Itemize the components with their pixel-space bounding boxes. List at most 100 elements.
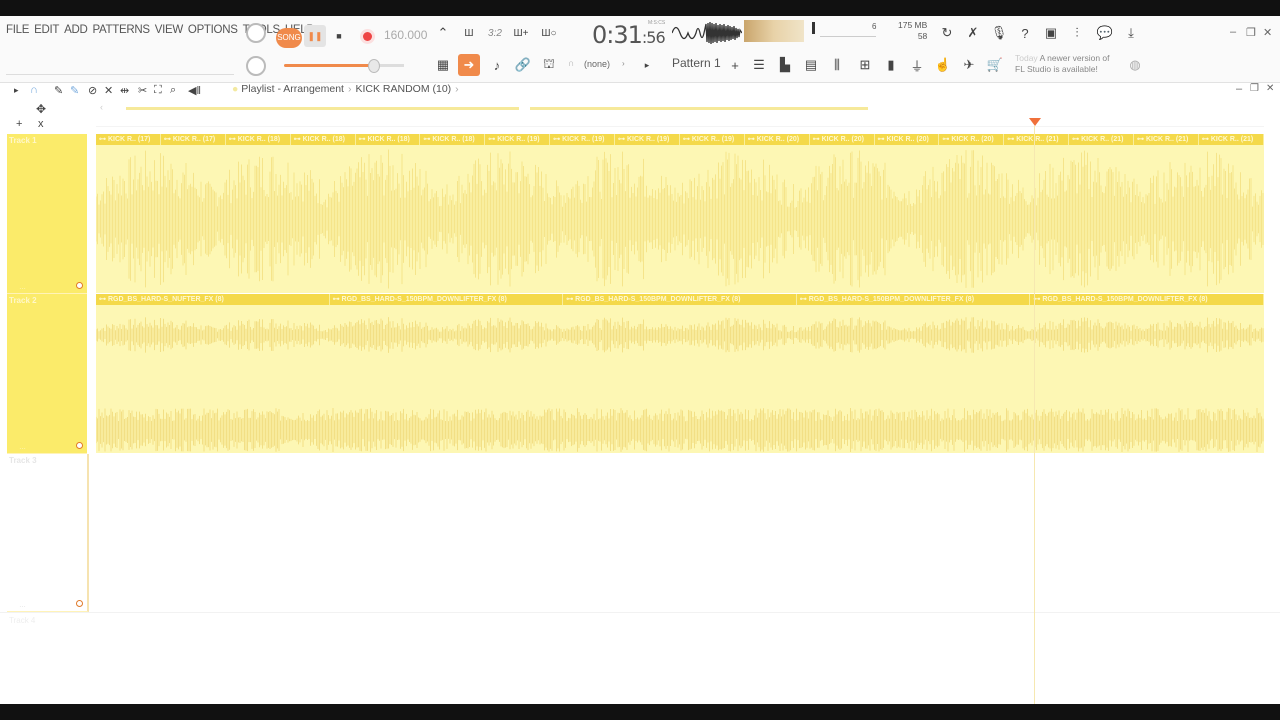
- playlist-close-icon[interactable]: ✕: [1266, 83, 1274, 94]
- restore-button[interactable]: ❐: [1246, 26, 1256, 39]
- news-panel[interactable]: Today A newer version of FL Studio is av…: [1015, 53, 1110, 75]
- zoom-handle-icon[interactable]: ✥: [36, 102, 46, 116]
- add-track-icon[interactable]: +: [16, 118, 22, 130]
- clip-label[interactable]: ⊶ KICK R.. (20): [939, 134, 1005, 145]
- clip-label[interactable]: ⊶ KICK R.. (18): [355, 134, 421, 145]
- track-record-icon[interactable]: [76, 282, 83, 289]
- clip-label[interactable]: ⊶ KICK R.. (20): [874, 134, 940, 145]
- loop-record-button[interactable]: Ш○: [538, 22, 560, 44]
- view-channel-rack-button[interactable]: ▤: [800, 54, 822, 76]
- timeline-ruler[interactable]: ‹: [96, 100, 1264, 132]
- clip-label[interactable]: ⊶ KICK R.. (21): [1198, 134, 1264, 145]
- clip-label[interactable]: ⊶ RGD_BS_HARD-S_150BPM_DOWNLIFTER_FX (8): [329, 294, 564, 305]
- download-button[interactable]: ⤓: [1120, 22, 1142, 44]
- view-browser-button[interactable]: ⊞: [854, 54, 876, 76]
- pencil-icon[interactable]: ✎: [54, 84, 63, 97]
- playhead-marker[interactable]: [1029, 118, 1041, 126]
- macros-button[interactable]: ✈: [958, 54, 980, 76]
- clip-label[interactable]: ⊶ KICK R.. (18): [290, 134, 356, 145]
- magnet-icon[interactable]: ∩: [30, 84, 38, 96]
- slide-tool-button[interactable]: ♪: [486, 54, 508, 76]
- menu-file[interactable]: FILE: [6, 24, 29, 36]
- menu-view[interactable]: VIEW: [155, 24, 184, 36]
- playlist-button[interactable]: ▦: [432, 54, 454, 76]
- tempo-display[interactable]: 160.000: [384, 28, 427, 42]
- wait-input-button[interactable]: Ш: [458, 22, 480, 44]
- clip-label[interactable]: ⊶ KICK R.. (20): [744, 134, 810, 145]
- countdown-button[interactable]: 3:2: [484, 22, 506, 44]
- playback-icon[interactable]: ◀ǁ: [188, 84, 201, 97]
- menu-add[interactable]: ADD: [64, 24, 88, 36]
- clip-label[interactable]: ⊶ KICK R.. (21): [1069, 134, 1134, 145]
- clip-label[interactable]: ⊶ RGD_BS_HARD-S_150BPM_DOWNLIFTER_FX (8): [1030, 294, 1264, 305]
- menu-options[interactable]: OPTIONS: [188, 24, 238, 36]
- close-x-icon[interactable]: x: [38, 118, 44, 130]
- record-button[interactable]: [356, 25, 378, 47]
- slip-icon[interactable]: ⇹: [120, 84, 129, 97]
- store-button[interactable]: 🛒: [984, 54, 1006, 76]
- none-selector[interactable]: (none): [584, 59, 610, 69]
- view-mixer-button[interactable]: ⫼: [826, 54, 848, 76]
- pause-button[interactable]: ❚❚: [304, 25, 326, 47]
- breadcrumb-root[interactable]: Playlist - Arrangement: [241, 83, 344, 95]
- menu-patterns[interactable]: PATTERNS: [92, 24, 150, 36]
- song-mode-button[interactable]: SONG: [276, 28, 302, 48]
- zoom-icon[interactable]: ⌕: [170, 84, 176, 97]
- track-record-icon[interactable]: [76, 442, 83, 449]
- track-lane-2[interactable]: ⊶ RGD_BS_HARD-S_NUFTER_FX (8) ⊶ RGD_BS_HA…: [96, 294, 1264, 453]
- clip-label[interactable]: ⊶ KICK R.. (19): [485, 134, 551, 145]
- close-button[interactable]: ✕: [1263, 26, 1272, 39]
- add-pattern-button[interactable]: +: [724, 54, 746, 76]
- clip-label[interactable]: ⊶ KICK R.. (19): [615, 134, 680, 145]
- clip-label[interactable]: ⊶ RGD_BS_HARD-S_NUFTER_FX (8): [96, 294, 330, 305]
- breadcrumb-current[interactable]: KICK RANDOM (10): [355, 83, 451, 95]
- scroll-left-icon[interactable]: ‹: [100, 102, 103, 112]
- mute-icon[interactable]: ✕: [104, 84, 113, 97]
- help-button[interactable]: ?: [1014, 22, 1036, 44]
- online-button[interactable]: ◍: [1124, 54, 1146, 76]
- minimize-button[interactable]: –: [1230, 26, 1236, 38]
- playlist-menu-arrow-icon[interactable]: ▸: [14, 85, 19, 96]
- track-record-icon[interactable]: [76, 600, 83, 607]
- undo-history-button[interactable]: ↻: [936, 22, 958, 44]
- clip-label[interactable]: ⊶ KICK R.. (18): [225, 134, 291, 145]
- chat-button[interactable]: 💬: [1094, 22, 1116, 44]
- master-pitch-knob[interactable]: [246, 56, 266, 76]
- plugin-database-button[interactable]: ▮: [880, 54, 902, 76]
- clip-label[interactable]: ⊶ KICK R.. (19): [679, 134, 745, 145]
- snap-arrow-button[interactable]: ➜: [458, 54, 480, 76]
- pattern-prev-button[interactable]: ▸: [636, 54, 658, 76]
- track-header-1[interactable]: Track 1 …: [7, 134, 87, 294]
- stop-button[interactable]: ■: [328, 25, 350, 47]
- delete-icon[interactable]: ⊘: [88, 84, 97, 97]
- clip-label[interactable]: ⊶ KICK R.. (21): [1134, 134, 1199, 145]
- metronome-button[interactable]: ⌃: [432, 22, 454, 44]
- master-volume-knob[interactable]: [246, 23, 266, 43]
- main-volume-slider[interactable]: [368, 59, 380, 73]
- playlist-minimize-icon[interactable]: –: [1236, 83, 1242, 95]
- select-icon[interactable]: ⛶: [154, 84, 162, 97]
- pattern-selector[interactable]: Pattern 1: [672, 56, 721, 70]
- track-4-label[interactable]: Track 4: [9, 616, 35, 625]
- clip-label[interactable]: ⊶ KICK R.. (21): [1004, 134, 1070, 145]
- audio-input-button[interactable]: 🎙: [988, 22, 1010, 44]
- paint-icon[interactable]: ✎: [70, 84, 79, 97]
- plugin-picker-button[interactable]: ⏚: [906, 54, 928, 76]
- track-header-2[interactable]: Track 2 …: [7, 294, 87, 454]
- clip-label[interactable]: ⊶ KICK R.. (17): [160, 134, 226, 145]
- clip-label[interactable]: ⊶ RGD_BS_HARD-S_150BPM_DOWNLIFTER_FX (8): [796, 294, 1031, 305]
- mixer-button[interactable]: ⫶: [1066, 22, 1088, 44]
- track-lane-1[interactable]: ⊶ KICK R.. (17) ⊶ KICK R.. (17) ⊶ KICK R..…: [96, 134, 1264, 293]
- menu-edit[interactable]: EDIT: [34, 24, 59, 36]
- save-button[interactable]: ▣: [1040, 22, 1062, 44]
- clip-label[interactable]: ⊶ KICK R.. (17): [96, 134, 161, 145]
- touch-controller-button[interactable]: ☝: [932, 54, 954, 76]
- track-header-3[interactable]: Track 3 …: [7, 454, 89, 612]
- stamp-button[interactable]: ⛫: [538, 54, 560, 76]
- clip-label[interactable]: ⊶ KICK R.. (20): [809, 134, 875, 145]
- clip-label[interactable]: ⊶ KICK R.. (19): [550, 134, 615, 145]
- clip-label[interactable]: ⊶ KICK R.. (18): [420, 134, 486, 145]
- slice-icon[interactable]: ✂: [138, 84, 147, 97]
- step-edit-button[interactable]: Ш+: [510, 22, 532, 44]
- render-button[interactable]: ✗: [962, 22, 984, 44]
